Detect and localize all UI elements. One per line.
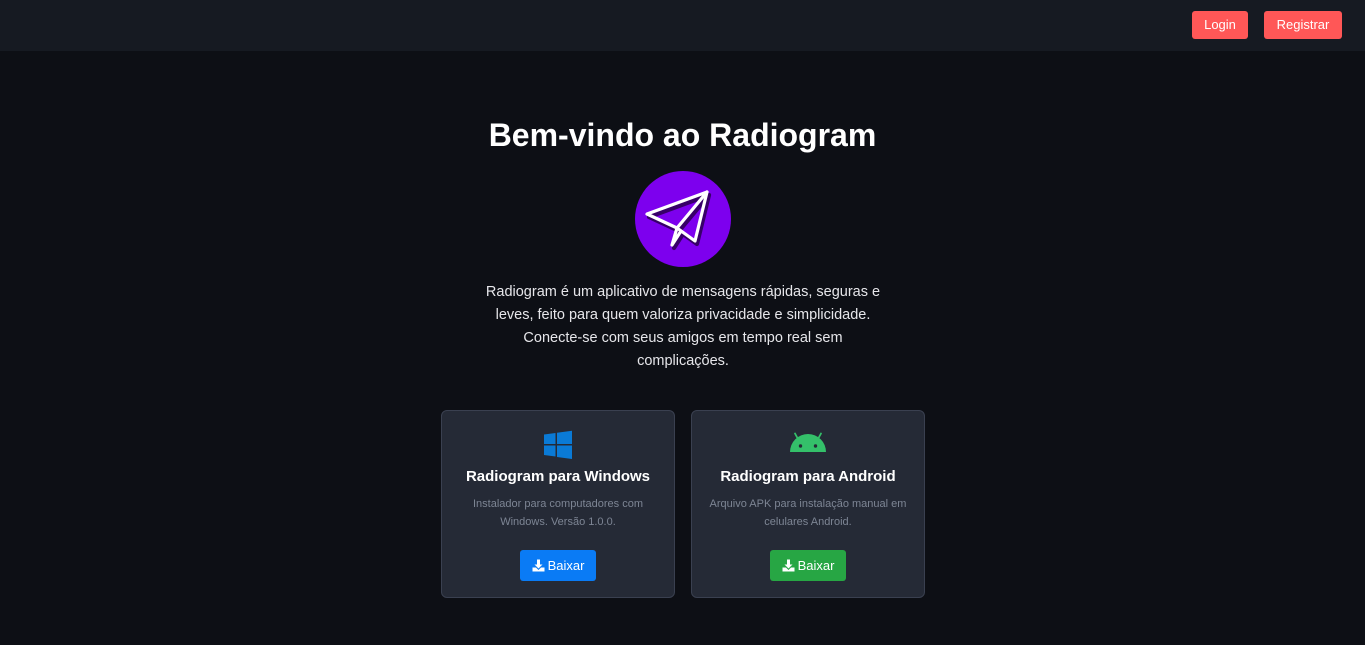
app-description: Radiogram é um aplicativo de mensagens r…: [485, 284, 881, 369]
top-nav-bar: Login Registrar: [0, 0, 1365, 51]
download-android-label: Baixar: [797, 558, 835, 573]
download-icon: [782, 559, 795, 572]
windows-download-card: Radiogram para Windows Instalador para c…: [441, 410, 675, 598]
register-button[interactable]: Registrar: [1264, 11, 1342, 39]
windows-icon: [544, 430, 572, 459]
android-card-description: Arquivo APK para instalação manual em ce…: [709, 498, 907, 528]
download-windows-label: Baixar: [547, 558, 585, 573]
page-title: Bem-vindo ao Radiogram: [488, 117, 877, 153]
paper-plane-icon: [645, 190, 712, 251]
android-icon: [790, 432, 826, 452]
app-logo: [635, 171, 731, 267]
download-icon: [532, 559, 545, 572]
windows-card-title: Radiogram para Windows: [465, 468, 651, 485]
windows-card-description: Instalador para computadores com Windows…: [473, 498, 643, 528]
login-button[interactable]: Login: [1192, 11, 1248, 39]
android-download-card: Radiogram para Android Arquivo APK para …: [691, 410, 925, 598]
download-android-button[interactable]: Baixar: [770, 550, 846, 581]
download-windows-button[interactable]: Baixar: [520, 550, 596, 581]
android-card-title: Radiogram para Android: [720, 468, 896, 485]
